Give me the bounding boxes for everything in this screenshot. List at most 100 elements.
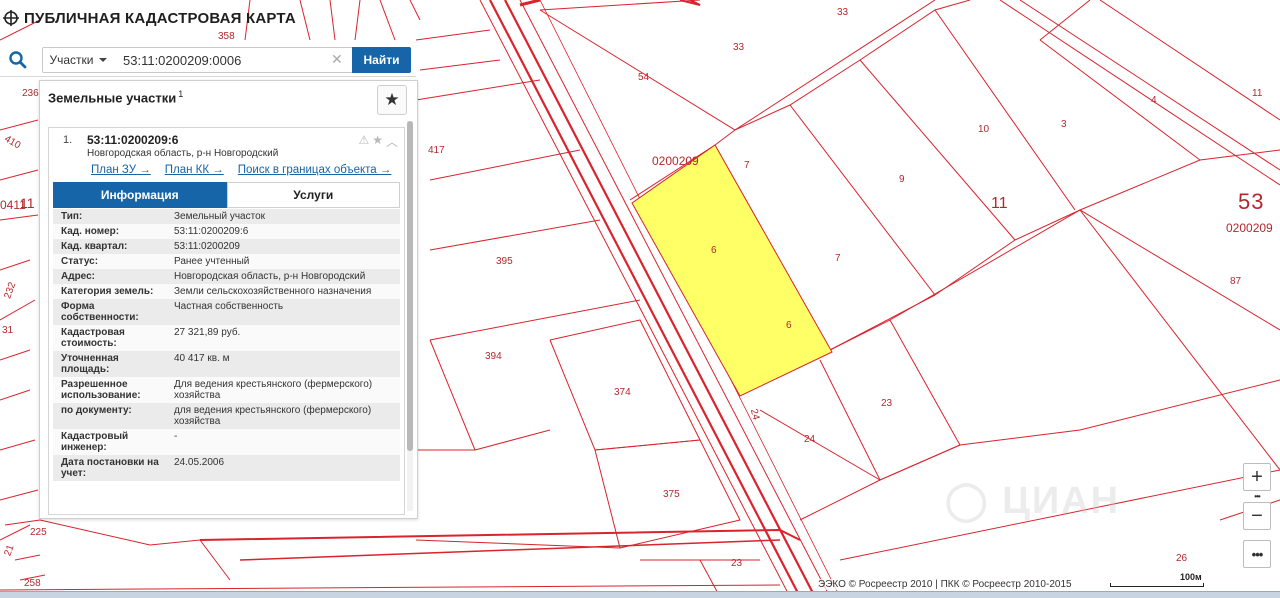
info-table: Тип: Земельный участок Кад. номер: 53:11:02… xyxy=(53,209,400,481)
parcel-label: 31 xyxy=(2,325,14,336)
result-links: План ЗУ → План КК → Поиск в границах объ… xyxy=(91,164,391,176)
watermark: ◯ ЦИАН xyxy=(945,480,1121,522)
search-bar: Участки ✕ Найти xyxy=(0,44,416,77)
results-count: 1 xyxy=(178,89,184,99)
info-value: Земли сельскохозяйственного назначения xyxy=(166,284,400,299)
parcel-label: 225 xyxy=(30,527,47,538)
plan-zu-link[interactable]: План ЗУ → xyxy=(91,164,151,176)
info-value: 40 417 кв. м xyxy=(166,351,400,377)
info-value: Частная собственность xyxy=(166,299,400,325)
info-key: Форма собственности: xyxy=(53,299,166,325)
star-icon: ★ xyxy=(384,90,400,109)
parcel-label: 7 xyxy=(744,160,750,171)
parcel-label: 0411 xyxy=(0,198,26,212)
parcel-label: 11 xyxy=(991,195,1008,212)
info-value: Новгородская область, р-н Новгородский xyxy=(166,269,400,284)
scale-bar xyxy=(1110,583,1204,587)
parcel-label: 0200209 xyxy=(652,154,699,168)
result-card: 1. 53:11:0200209:6 Новгородская область,… xyxy=(48,127,405,515)
card-actions: ⚠ ★ ︿ xyxy=(358,133,398,150)
info-row: Кад. номер: 53:11:0200209:6 xyxy=(53,224,400,239)
info-row: Тип: Земельный участок xyxy=(53,209,400,224)
info-value: Земельный участок xyxy=(166,209,400,224)
info-row: Кадастровая стоимость: 27 321,89 руб. xyxy=(53,325,400,351)
info-value-link[interactable]: 53:11:0200209 xyxy=(166,239,400,254)
parcel-label: 87 xyxy=(1230,276,1242,287)
parcel-label: 11 xyxy=(1252,88,1263,99)
zoom-in-button[interactable]: + xyxy=(1243,463,1271,491)
map-attribution: ЭЭКО © Росреестр 2010 | ПКК © Росреестр … xyxy=(818,579,1072,590)
info-row: Дата постановки на учет: 24.05.2006 xyxy=(53,455,400,481)
parcel-label: 9 xyxy=(899,174,905,185)
search-icon[interactable] xyxy=(8,50,28,70)
info-value: Ранее учтенный xyxy=(166,254,400,269)
star-icon[interactable]: ★ xyxy=(372,133,383,150)
parcel-label: 54 xyxy=(638,72,650,83)
info-key: Кад. номер: xyxy=(53,224,166,239)
zoom-out-button[interactable]: − xyxy=(1243,502,1271,530)
parcel-label: 374 xyxy=(614,387,631,398)
info-row: Кадастровый инженер: - xyxy=(53,429,400,455)
favorites-button[interactable]: ★ xyxy=(377,85,407,115)
info-key: Разрешенное использование: xyxy=(53,377,166,403)
parcel-label: 0200209 xyxy=(1226,221,1273,235)
info-row: Адрес: Новгородская область, р-н Новгород… xyxy=(53,269,400,284)
info-key: по документу: xyxy=(53,403,166,429)
more-options-button[interactable]: ••• xyxy=(1243,540,1271,568)
info-row: по документу: для ведения крестьянского (… xyxy=(53,403,400,429)
tab-services[interactable]: Услуги xyxy=(226,182,400,208)
parcel-label: 24 xyxy=(804,434,816,445)
info-key: Адрес: xyxy=(53,269,166,284)
info-key: Кадастровая стоимость: xyxy=(53,325,166,351)
info-row: Категория земель: Земли сельскохозяйствен… xyxy=(53,284,400,299)
app-title: ПУБЛИЧНАЯ КАДАСТРОВАЯ КАРТА xyxy=(24,9,296,27)
parcel-label: 23 xyxy=(731,558,743,569)
plan-kk-link[interactable]: План КК → xyxy=(165,164,224,176)
tab-information[interactable]: Информация xyxy=(53,182,227,208)
info-key: Дата постановки на учет: xyxy=(53,455,166,481)
search-input[interactable] xyxy=(113,47,353,73)
result-cadastral-number[interactable]: 53:11:0200209:6 xyxy=(87,133,178,147)
info-row: Уточненная площадь: 40 417 кв. м xyxy=(53,351,400,377)
parcel-label: 375 xyxy=(663,489,680,500)
info-row: Статус: Ранее учтенный xyxy=(53,254,400,269)
info-row: Разрешенное использование: Для ведения кр… xyxy=(53,377,400,403)
parcel-label: 23 xyxy=(881,398,893,409)
parcel-label: 6 xyxy=(786,320,792,331)
search-type-label: Участки xyxy=(49,53,94,67)
parcel-label: 7 xyxy=(835,253,841,264)
info-key: Статус: xyxy=(53,254,166,269)
parcel-label: 395 xyxy=(496,256,513,267)
chevron-down-icon xyxy=(98,58,107,62)
parcel-label: 33 xyxy=(733,42,745,53)
parcel-label: 53 xyxy=(1238,189,1265,214)
zoom-level-indicator: ••• xyxy=(1254,491,1260,501)
parcel-label: 417 xyxy=(428,145,445,156)
info-value-link[interactable]: 53:11:0200209:6 xyxy=(166,224,400,239)
result-tabs: Информация Услуги xyxy=(53,182,400,208)
clear-icon[interactable]: ✕ xyxy=(331,52,343,66)
info-value: для ведения крестьянского (фермерского) … xyxy=(166,403,400,429)
search-in-bounds-link[interactable]: Поиск в границах объекта → xyxy=(238,164,392,176)
results-panel: Земельные участки 1 ★ 1. 53:11:0200209:6 … xyxy=(39,80,418,519)
info-row: Кад. квартал: 53:11:0200209 xyxy=(53,239,400,254)
info-value: Для ведения крестьянского (фермерского) … xyxy=(166,377,400,403)
panel-title: Земельные участки 1 xyxy=(48,89,183,105)
info-key: Категория земель: xyxy=(53,284,166,299)
info-key: Тип: xyxy=(53,209,166,224)
parcel-label: 3 xyxy=(1061,119,1067,130)
info-row: Форма собственности: Частная собственност… xyxy=(53,299,400,325)
crosshair-logo-icon xyxy=(3,10,19,26)
search-type-select[interactable]: Участки xyxy=(42,47,114,73)
info-key: Уточненная площадь: xyxy=(53,351,166,377)
scale-label: 100м xyxy=(1180,572,1202,582)
scrollbar-thumb[interactable] xyxy=(407,121,413,451)
parcel-label: 6 xyxy=(711,245,717,256)
app-header: ПУБЛИЧНАЯ КАДАСТРОВАЯ КАРТА xyxy=(0,0,296,36)
chevron-up-icon[interactable]: ︿ xyxy=(386,133,398,150)
result-region: Новгородская область, р-н Новгородский xyxy=(87,148,279,159)
warning-icon[interactable]: ⚠ xyxy=(358,133,369,150)
result-index: 1. xyxy=(63,134,73,146)
find-button[interactable]: Найти xyxy=(352,47,411,73)
parcel-label: 10 xyxy=(978,124,990,135)
